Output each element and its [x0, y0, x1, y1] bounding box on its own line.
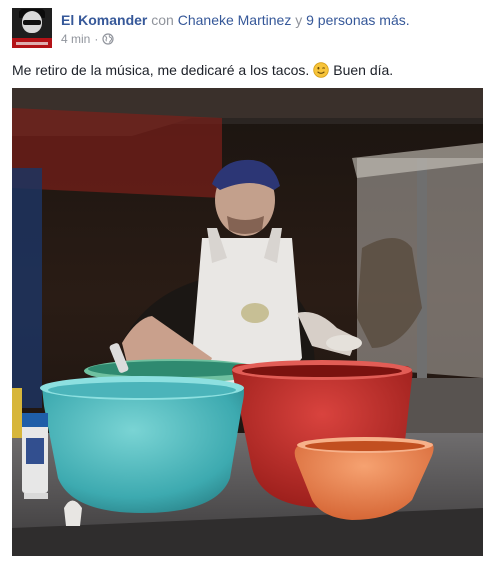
others-link[interactable]: 9 personas más. [306, 12, 410, 28]
with-word: con [151, 12, 174, 28]
post-message: Me retiro de la música, me dedicaré a lo… [12, 60, 393, 80]
avatar-sunglasses [23, 20, 41, 25]
message-text-end: Buen día. [333, 62, 394, 78]
tagged-person-link[interactable]: Chaneke Martinez [178, 12, 292, 28]
post-meta: 4 min · [61, 31, 114, 47]
facebook-post: El Komander con Chaneke Martinez y 9 per… [0, 0, 495, 566]
author-name-link[interactable]: El Komander [61, 12, 147, 28]
profile-avatar[interactable] [12, 8, 52, 48]
wink-emoji-icon [313, 62, 329, 78]
and-word: y [295, 12, 303, 28]
avatar-logo-lettering [16, 42, 48, 45]
post-header: El Komander con Chaneke Martinez y 9 per… [61, 11, 410, 29]
message-text: Me retiro de la música, me dedicaré a lo… [12, 62, 310, 78]
globe-icon[interactable] [102, 33, 114, 45]
post-photo[interactable] [12, 88, 483, 556]
post-timestamp-link[interactable]: 4 min [61, 31, 90, 47]
meta-separator: · [94, 32, 99, 46]
